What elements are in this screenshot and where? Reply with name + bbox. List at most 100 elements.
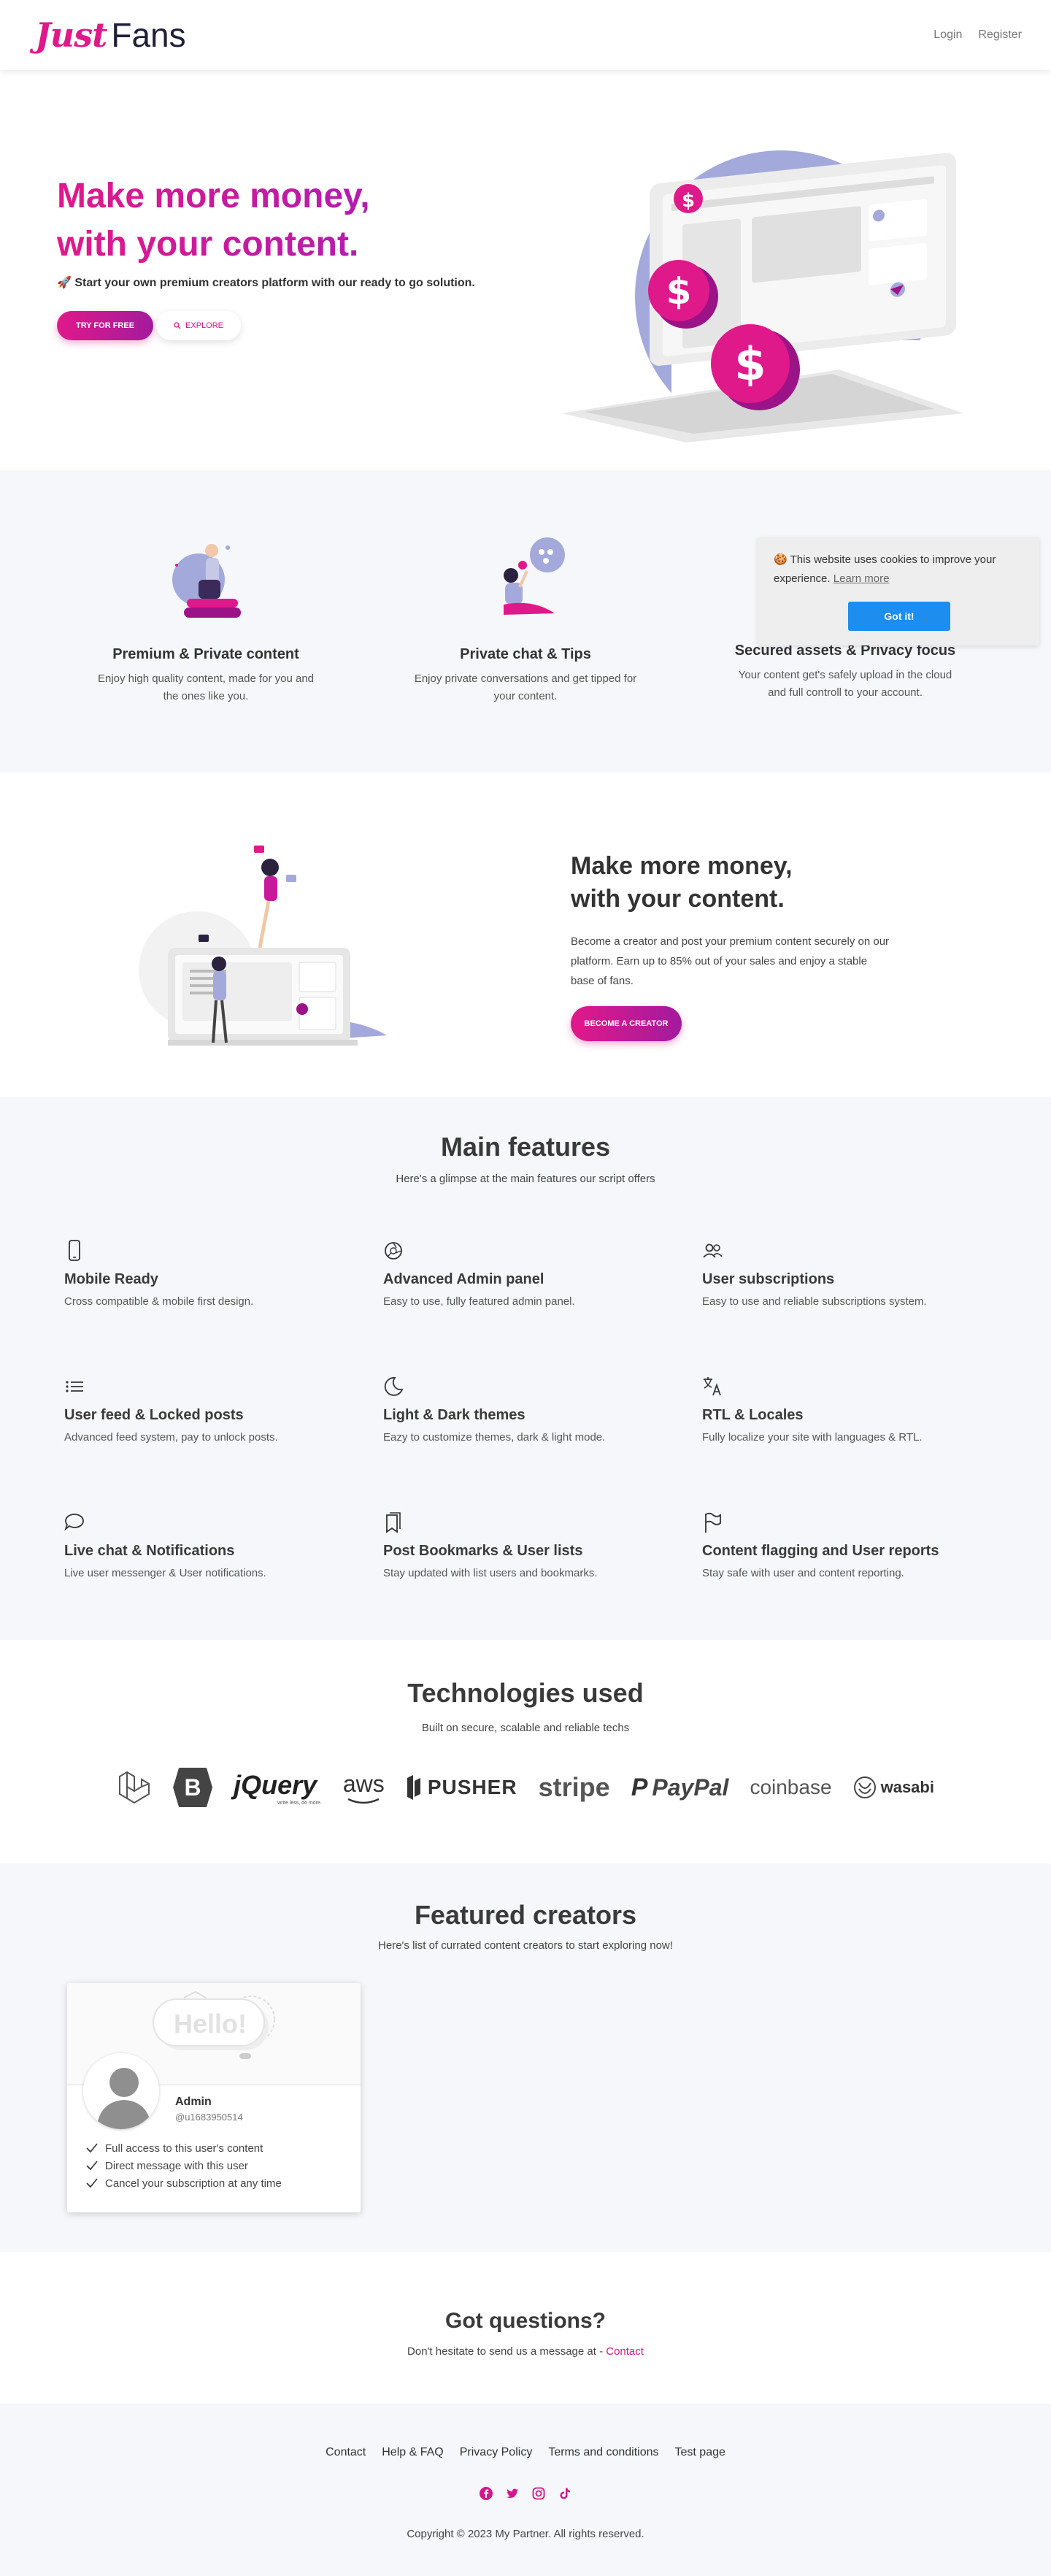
footer-link-terms[interactable]: Terms and conditions xyxy=(548,2446,658,2459)
flag-icon xyxy=(705,1512,721,1533)
contact-link[interactable]: Contact xyxy=(606,2345,644,2358)
feature-themes: Light & Dark themes Eazy to customize th… xyxy=(383,1376,675,1444)
pusher-logo: PUSHER xyxy=(406,1775,517,1800)
hero-title-line1: Make more money, xyxy=(57,177,370,215)
explore-label: EXPLORE xyxy=(185,321,223,330)
language-icon xyxy=(704,1377,721,1396)
footer-links: Contact Help & FAQ Privacy Policy Terms … xyxy=(0,2446,1051,2459)
hero-laptop-illustration: $ $ $ xyxy=(562,150,978,442)
paypal-wordmark: PayPal xyxy=(652,1774,729,1801)
auth-links: Login Register xyxy=(933,28,1022,42)
footer-link-privacy[interactable]: Privacy Policy xyxy=(460,2446,533,2459)
learn-more-link[interactable]: Learn more xyxy=(834,572,890,585)
creator-name[interactable]: Admin xyxy=(175,2096,212,2109)
creator-perks-list: Full access to this user's content Direc… xyxy=(86,2139,282,2192)
wasabi-mark-icon xyxy=(853,1776,876,1798)
instagram-icon[interactable] xyxy=(532,2487,545,2500)
list-icon xyxy=(66,1381,83,1392)
feature-content-flagging: Content flagging and User reports Stay s… xyxy=(702,1511,994,1579)
aws-logo: aws xyxy=(343,1771,385,1805)
creator-title: Make more money, with your content. xyxy=(571,850,793,916)
creator-title-line1: Make more money, xyxy=(571,852,793,880)
feature-text: Easy to use, fully featured admin panel. xyxy=(383,1295,575,1308)
login-link[interactable]: Login xyxy=(933,28,962,42)
technologies-subtitle: Built on secure, scalable and reliable t… xyxy=(421,1722,630,1734)
cookie-accept-button[interactable]: Got it! xyxy=(848,602,950,631)
questions-message: Don't hesitate to send us a message at - xyxy=(407,2345,607,2358)
default-avatar-icon xyxy=(83,2053,159,2129)
brand-logo[interactable]: Just Fans xyxy=(35,13,186,57)
feature-user-feed: User feed & Locked posts Advanced feed s… xyxy=(64,1376,356,1444)
cookie-message: 🍪 This website uses cookies to improve y… xyxy=(774,551,1023,589)
chat-icon xyxy=(64,1514,84,1531)
wasabi-wordmark: wasabi xyxy=(880,1778,934,1796)
footer-link-test[interactable]: Test page xyxy=(675,2446,725,2459)
creator-card[interactable]: Hello! Admin @u1683950514 Full access to… xyxy=(67,1983,361,2212)
main-features-title: Main features xyxy=(440,1132,611,1162)
site-footer: Contact Help & FAQ Privacy Policy Terms … xyxy=(0,2404,1051,2576)
stripe-logo: stripe xyxy=(538,1772,610,1802)
list-item: Direct message with this user xyxy=(86,2157,282,2174)
jquery-wordmark: jQuery xyxy=(234,1769,317,1800)
list-item: Cancel your subscription at any time xyxy=(86,2174,282,2192)
top-navbar: Just Fans Login Register xyxy=(0,0,1051,70)
laravel-logo-icon xyxy=(119,1771,150,1804)
footer-link-help[interactable]: Help & FAQ xyxy=(382,2446,443,2459)
list-item: Full access to this user's content xyxy=(86,2139,282,2157)
phone-icon xyxy=(69,1240,80,1261)
moon-icon xyxy=(384,1377,404,1396)
facebook-icon[interactable] xyxy=(480,2487,493,2500)
svg-text:$: $ xyxy=(666,270,692,313)
become-creator-button[interactable]: BECOME A CREATOR xyxy=(571,1006,682,1041)
technologies-title: Technologies used xyxy=(407,1678,644,1708)
highlight-premium-content: Premium & Private content Enjoy high qua… xyxy=(89,529,323,705)
wasabi-logo: wasabi xyxy=(853,1776,934,1799)
explore-button[interactable]: EXPLORE xyxy=(156,311,241,340)
feature-title: Mobile Ready xyxy=(64,1271,158,1287)
questions-text: Don't hesitate to send us a message at -… xyxy=(0,2345,1051,2358)
hero-section: Make more money, with your content. 🚀 St… xyxy=(0,70,1051,470)
feature-text: Stay safe with user and content reportin… xyxy=(702,1567,904,1579)
coinbase-logo: coinbase xyxy=(750,1776,832,1798)
perk-text: Full access to this user's content xyxy=(105,2142,263,2155)
check-icon xyxy=(86,2178,98,2188)
feature-text: Live user messenger & User notifications… xyxy=(64,1567,266,1579)
highlight-private-chat: Private chat & Tips Enjoy private conver… xyxy=(409,529,642,705)
hero-title-line2: with your content. xyxy=(57,225,359,264)
people-icon xyxy=(703,1243,723,1258)
feature-title: Advanced Admin panel xyxy=(383,1271,544,1287)
perk-text: Cancel your subscription at any time xyxy=(105,2177,282,2190)
feature-title: Content flagging and User reports xyxy=(702,1543,939,1559)
feature-text: Stay updated with list users and bookmar… xyxy=(383,1567,598,1579)
try-for-free-button[interactable]: TRY FOR FREE xyxy=(57,311,153,340)
social-links xyxy=(0,2487,1051,2500)
register-link[interactable]: Register xyxy=(978,28,1022,42)
feature-rtl-locales: RTL & Locales Fully localize your site w… xyxy=(702,1376,994,1444)
featured-creators-subtitle: Here's list of currated content creators… xyxy=(378,1939,673,1952)
footer-link-contact[interactable]: Contact xyxy=(326,2446,366,2459)
pusher-wordmark: PUSHER xyxy=(427,1776,517,1798)
hero-subtitle: 🚀 Start your own premium creators platfo… xyxy=(57,277,475,289)
cookie-consent-banner: 🍪 This website uses cookies to improve y… xyxy=(758,537,1039,645)
avatar[interactable] xyxy=(83,2053,159,2129)
feature-admin-panel: Advanced Admin panel Easy to use, fully … xyxy=(383,1240,675,1308)
feature-text: Eazy to customize themes, dark & light m… xyxy=(383,1431,606,1444)
feature-live-chat: Live chat & Notifications Live user mess… xyxy=(64,1511,356,1579)
feature-user-subscriptions: User subscriptions Easy to use and relia… xyxy=(702,1240,994,1308)
bookmarks-icon xyxy=(386,1512,401,1533)
pusher-mark-icon xyxy=(407,1775,420,1800)
jquery-tagline: write less, do more. xyxy=(277,1800,322,1806)
main-features-section: Main features Here's a glimpse at the ma… xyxy=(0,1097,1051,1640)
featured-creators-section: Featured creators Here's list of currate… xyxy=(0,1863,1051,2252)
feature-title: Light & Dark themes xyxy=(383,1407,526,1423)
search-icon xyxy=(174,322,181,329)
logo-script: Just xyxy=(35,15,107,55)
feature-text: Cross compatible & mobile first design. xyxy=(64,1295,254,1308)
creator-handle: @u1683950514 xyxy=(175,2112,243,2123)
tiktok-icon[interactable] xyxy=(558,2487,571,2500)
twitter-icon[interactable] xyxy=(506,2487,519,2500)
feature-title: User feed & Locked posts xyxy=(64,1407,244,1423)
creator-illustration xyxy=(139,846,387,1046)
highlight-title: Private chat & Tips xyxy=(460,646,591,662)
feature-title: RTL & Locales xyxy=(702,1407,804,1423)
